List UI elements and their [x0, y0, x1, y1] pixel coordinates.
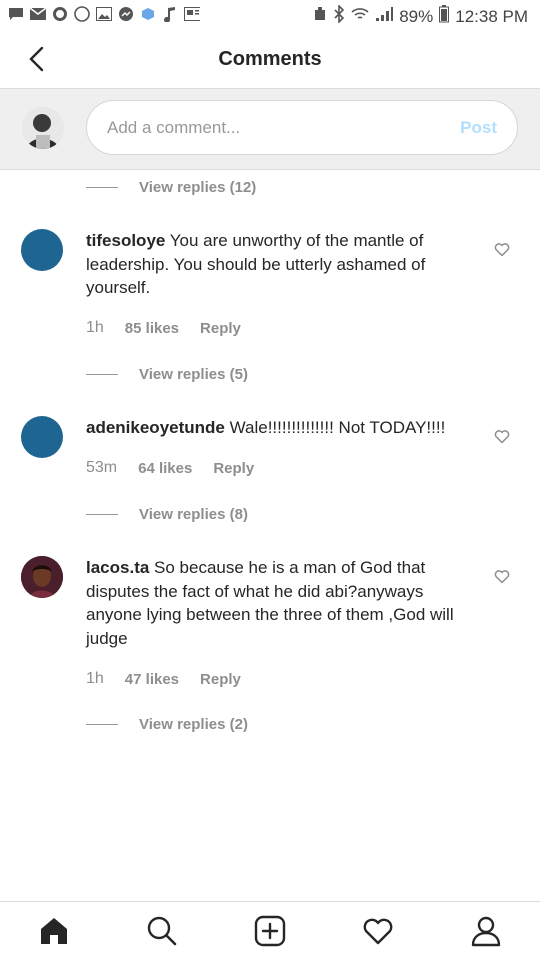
avatar-photo [21, 556, 63, 598]
nav-activity[interactable] [361, 914, 395, 948]
avatar [22, 107, 64, 149]
comment-username[interactable]: tifesoloye [86, 231, 165, 250]
comment-body: Wale!!!!!!!!!!!!!! Not TODAY!!!! [224, 418, 446, 437]
box-icon [140, 6, 156, 22]
status-bar: 89% 12:38 PM [0, 0, 540, 32]
comment-input-placeholder: Add a comment... [107, 118, 241, 137]
divider [86, 514, 118, 515]
view-replies[interactable]: View replies (5) [86, 366, 248, 383]
divider [86, 374, 118, 375]
comment-likes[interactable]: 85 likes [125, 320, 179, 337]
comment-time: 1h [86, 670, 104, 687]
comment-text: adenikeoyetunde Wale!!!!!!!!!!!!!! Not T… [86, 416, 476, 440]
bluetooth-icon [333, 4, 345, 28]
comment-likes[interactable]: 64 likes [138, 460, 192, 477]
comment-username[interactable]: lacos.ta [86, 558, 149, 577]
news-icon [184, 6, 200, 22]
comment-text: lacos.ta So because he is a man of God t… [86, 556, 476, 650]
view-replies[interactable]: View replies (8) [86, 506, 248, 523]
nav-home[interactable] [37, 914, 71, 948]
comment-time: 53m [86, 459, 118, 476]
comment-time: 1h [86, 319, 104, 336]
reply-button[interactable]: Reply [200, 320, 241, 337]
comment-text: tifesoloye You are unworthy of the mantl… [86, 229, 476, 300]
system-status: 89% 12:38 PM [313, 4, 528, 28]
comment-meta: 1h 47 likes Reply [86, 670, 241, 688]
page-title: Comments [218, 48, 322, 70]
divider [86, 187, 118, 188]
comments-header: Comments [0, 32, 540, 89]
view-replies-label: View replies (8) [139, 506, 248, 523]
avatar[interactable] [21, 556, 63, 598]
divider [86, 724, 118, 725]
heart-icon [494, 570, 510, 584]
activity-heart-icon [363, 918, 393, 945]
wifi-icon [351, 6, 369, 27]
comment-input[interactable]: Add a comment... Post [86, 100, 518, 155]
comment-username[interactable]: adenikeoyetunde [86, 418, 225, 437]
post-button[interactable]: Post [460, 118, 497, 138]
comment-likes[interactable]: 47 likes [125, 671, 179, 688]
reply-button[interactable]: Reply [200, 671, 241, 688]
view-replies-label: View replies (5) [139, 366, 248, 383]
whatsapp-icon [52, 6, 68, 22]
avatar[interactable] [21, 229, 63, 271]
nav-new-post[interactable] [253, 914, 287, 948]
heart-icon [494, 430, 510, 444]
nav-profile[interactable] [469, 914, 503, 948]
profile-icon [471, 916, 501, 947]
message-icon [8, 6, 24, 22]
signal-icon [375, 6, 394, 27]
mail-icon [30, 6, 46, 22]
notification-icons [8, 6, 200, 22]
home-icon [41, 918, 67, 944]
search-icon [147, 916, 177, 946]
comment-meta: 1h 85 likes Reply [86, 319, 241, 337]
messenger-icon [118, 6, 134, 22]
view-replies-label: View replies (12) [139, 179, 257, 196]
comment-composer: Add a comment... Post [0, 89, 540, 170]
view-replies[interactable]: View replies (2) [86, 716, 248, 733]
nav-search[interactable] [145, 914, 179, 948]
music-note-icon [162, 6, 178, 22]
gallery-icon [96, 6, 112, 22]
heart-icon [494, 243, 510, 257]
like-button[interactable] [494, 241, 510, 257]
add-post-icon [254, 915, 286, 947]
view-replies[interactable]: View replies (12) [86, 179, 256, 196]
whatsapp-outline-icon [74, 6, 90, 22]
alarm-icon [313, 6, 327, 27]
avatar[interactable] [21, 416, 63, 458]
clock: 12:38 PM [455, 6, 528, 26]
bottom-nav [0, 901, 540, 960]
view-replies-label: View replies (2) [139, 716, 248, 733]
battery-level: 89% [399, 6, 434, 26]
like-button[interactable] [494, 428, 510, 444]
like-button[interactable] [494, 568, 510, 584]
reply-button[interactable]: Reply [213, 460, 254, 477]
battery-icon [439, 5, 450, 28]
comment-meta: 53m 64 likes Reply [86, 459, 254, 477]
